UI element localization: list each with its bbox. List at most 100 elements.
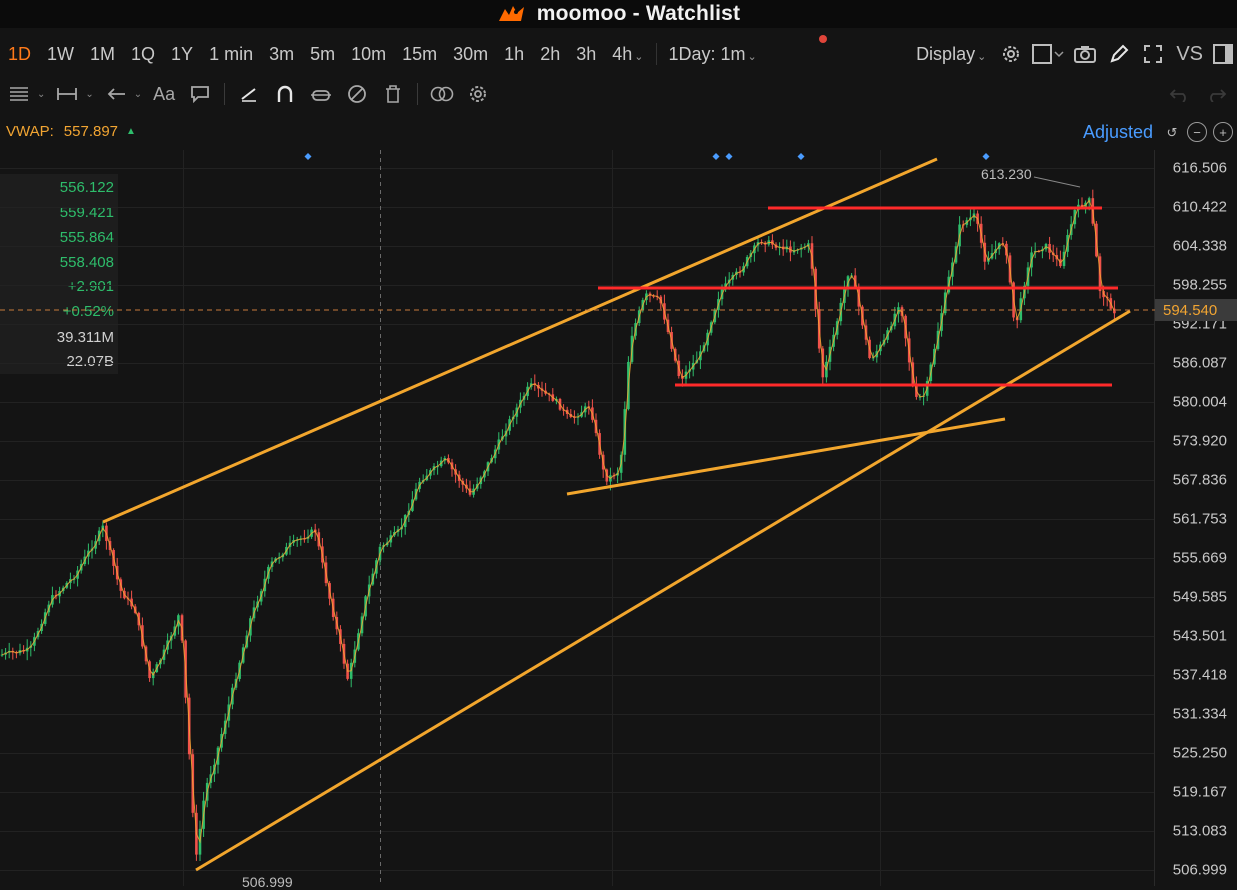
timeframe-3m[interactable]: 3m [261, 44, 302, 65]
vwap-indicator[interactable]: VWAP: 557.897 ▲ [0, 118, 136, 144]
event-markers [304, 153, 990, 160]
timeframe-1d[interactable]: 1D [0, 44, 39, 65]
vwap-value: 557.897 [63, 122, 119, 140]
trash-icon[interactable] [378, 80, 408, 108]
event-diamond-icon [304, 153, 312, 160]
timeframe-1min[interactable]: 1 min [201, 44, 261, 65]
price-tick: 549.585 [1172, 588, 1227, 606]
window-titlebar: moomoo - Watchlist [0, 0, 1237, 28]
timeframe-1w[interactable]: 1W [39, 44, 82, 65]
adjusted-button[interactable]: Adjusted [1083, 122, 1157, 143]
price-tick: 537.418 [1172, 666, 1227, 684]
event-diamond-icon [797, 153, 805, 160]
price-tick: 531.334 [1172, 705, 1227, 723]
price-tick: 519.167 [1172, 783, 1227, 801]
price-tick: 525.250 [1172, 744, 1227, 762]
event-diamond-icon [725, 153, 733, 160]
chevron-down-icon: ⌄ [977, 50, 987, 63]
overlay-timeframe-label: 1Day: 1m [668, 43, 746, 64]
price-tick: 604.338 [1172, 237, 1227, 255]
candles-group [0, 189, 1116, 862]
price-tick: 543.501 [1172, 627, 1227, 645]
chart-grid [0, 150, 1155, 886]
lock-drawings-icon[interactable] [306, 80, 336, 108]
hide-drawings-icon[interactable] [342, 80, 372, 108]
channel-upper-trendline[interactable] [102, 157, 938, 524]
overlay-circles-icon[interactable] [427, 80, 457, 108]
comment-icon[interactable] [185, 80, 215, 108]
undo-icon[interactable] [1165, 80, 1195, 108]
current-price-tag: 594.540 [1155, 299, 1237, 321]
toolbar-divider [655, 43, 657, 65]
price-tick: 561.753 [1172, 510, 1227, 528]
support-trendline[interactable] [566, 417, 1006, 496]
chevron-down-icon: ⌄ [133, 88, 143, 100]
period-low-label: 506.999 [242, 874, 293, 890]
trendline-tool-icon[interactable] [234, 80, 264, 108]
drawn-trendlines [102, 157, 1131, 872]
zoom-in-icon[interactable]: + [1213, 122, 1233, 142]
timeframe-3h[interactable]: 3h [568, 44, 604, 65]
moomoo-logo-icon [498, 6, 524, 21]
drawing-settings-gear-icon[interactable] [463, 80, 493, 108]
timeframe-15m[interactable]: 15m [394, 44, 445, 65]
timeframe-1q[interactable]: 1Q [123, 44, 163, 65]
timeframe-1y[interactable]: 1Y [163, 44, 201, 65]
high-marker-leader [1033, 176, 1081, 188]
chart-settings-gear-icon[interactable] [994, 39, 1028, 69]
draw-pencil-icon[interactable] [1102, 39, 1136, 69]
adjusted-controls: Adjusted ↺ − + [1083, 118, 1237, 146]
chevron-down-icon: ⌄ [634, 50, 644, 63]
notification-dot [819, 35, 827, 43]
measure-range-icon[interactable] [52, 80, 82, 108]
chevron-down-icon: ⌄ [747, 50, 757, 63]
list-menu-icon[interactable] [4, 80, 34, 108]
price-tick: 567.836 [1172, 471, 1227, 489]
fullscreen-expand-icon[interactable] [1136, 39, 1170, 69]
period-high-label: 613.230 [981, 166, 1032, 182]
timeframe-30m[interactable]: 30m [445, 44, 496, 65]
price-tick: 506.999 [1172, 861, 1227, 879]
timeframe-10m[interactable]: 10m [343, 44, 394, 65]
candlestick-chart[interactable] [0, 148, 1237, 886]
toolbar-divider [224, 83, 226, 105]
screenshot-camera-icon[interactable] [1068, 39, 1102, 69]
reset-icon[interactable]: ↺ [1163, 123, 1181, 141]
chevron-down-icon: ⌄ [37, 88, 46, 100]
price-tick: 513.083 [1172, 822, 1227, 840]
price-tick: 573.920 [1172, 432, 1227, 450]
chevron-down-icon: ⌄ [85, 88, 94, 100]
timeframe-2h[interactable]: 2h [532, 44, 568, 65]
vwap-label: VWAP: [6, 122, 54, 140]
event-diamond-icon [712, 153, 720, 160]
timeframe-more-dropdown[interactable]: 4h ⌄ [604, 44, 651, 65]
channel-lower-trendline[interactable] [195, 309, 1131, 872]
timeframe-toolbar: 1D 1W 1M 1Q 1Y 1 min 3m 5m 10m 15m 30m 1… [0, 36, 1237, 72]
timeframe-5m[interactable]: 5m [302, 44, 343, 65]
redo-icon[interactable] [1201, 80, 1231, 108]
overlay-timeframe-dropdown[interactable]: 1Day: 1m ⌄ [661, 44, 765, 65]
price-tick: 580.004 [1172, 393, 1227, 411]
compare-vs-button[interactable]: VS [1170, 43, 1209, 66]
timeframe-1m[interactable]: 1M [82, 44, 123, 65]
display-label: Display [916, 43, 976, 64]
timeframe-4h: 4h [612, 43, 633, 64]
window-title: moomoo - Watchlist [536, 2, 741, 25]
price-tick: 610.422 [1172, 198, 1227, 216]
undo-arrow-icon[interactable] [101, 80, 131, 108]
price-tick: 555.669 [1172, 549, 1227, 567]
vwap-line [1, 199, 1115, 844]
triangle-up-icon: ▲ [126, 125, 136, 137]
chart-style-square-icon[interactable] [1028, 39, 1068, 69]
magnet-icon[interactable] [270, 80, 300, 108]
price-tick: 616.506 [1172, 159, 1227, 177]
text-tool-icon[interactable]: Aa [149, 80, 179, 108]
timeframe-1h[interactable]: 1h [496, 44, 532, 65]
panel-layout-icon[interactable] [1209, 39, 1237, 69]
toolbar-divider [417, 83, 419, 105]
zoom-out-icon[interactable]: − [1187, 122, 1207, 142]
price-tick: 598.255 [1172, 276, 1227, 294]
display-dropdown[interactable]: Display ⌄ [908, 44, 994, 65]
price-tick: 586.087 [1172, 354, 1227, 372]
drawing-toolbar: ⌄ ⌄ ⌄ Aa [0, 78, 1237, 110]
